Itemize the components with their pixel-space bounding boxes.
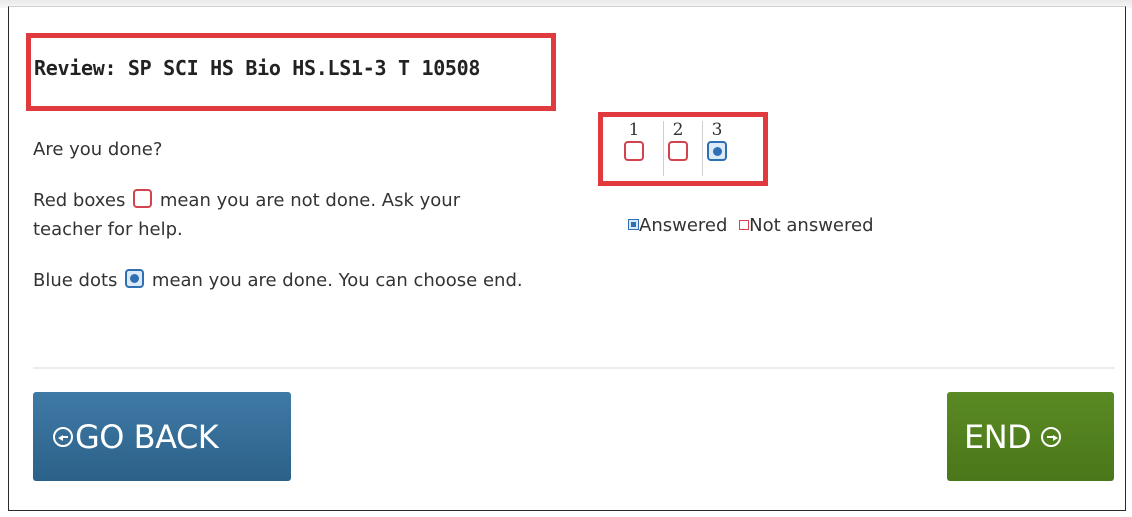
red-box-label: Red boxes: [33, 190, 126, 211]
not-answered-legend-label: Not answered: [749, 215, 874, 236]
red-box-icon: [133, 189, 153, 208]
page-title: Review: SP SCI HS Bio HS.LS1-3 T 10508: [34, 56, 481, 80]
arrow-right-circle-icon: [1041, 426, 1062, 447]
question-status-1[interactable]: 1: [620, 121, 648, 176]
review-screen: Review: SP SCI HS Bio HS.LS1-3 T 10508 A…: [0, 0, 1132, 517]
not-answered-box-icon: [668, 141, 688, 161]
question-number: 1: [628, 120, 640, 140]
question-number: 2: [672, 120, 684, 140]
not-answered-legend-icon: [739, 220, 750, 230]
answered-legend-icon: [628, 219, 639, 230]
red-box-instruction: Red boxes mean you are not done. Ask you…: [33, 186, 523, 244]
answered-legend-label: Answered: [639, 215, 728, 236]
blue-dot-label: Blue dots: [33, 270, 118, 291]
answered-dot-icon: [707, 141, 727, 161]
end-label: END: [964, 417, 1032, 456]
question-status-3[interactable]: 3: [702, 121, 731, 176]
blue-dot-meaning: mean you are done. You can choose end.: [151, 270, 523, 291]
not-answered-box-icon: [624, 141, 644, 161]
blue-dot-icon: [125, 269, 145, 288]
go-back-button[interactable]: GO BACK: [33, 392, 291, 481]
go-back-label: GO BACK: [75, 417, 219, 456]
done-question: Are you done?: [33, 139, 163, 160]
status-legend: Answered Not answered: [628, 215, 874, 236]
question-status-2[interactable]: 2: [663, 121, 692, 176]
arrow-left-circle-icon: [53, 426, 73, 447]
end-button[interactable]: END: [947, 392, 1114, 481]
question-number: 3: [711, 120, 723, 140]
blue-dot-instruction: Blue dots mean you are done. You can cho…: [33, 266, 523, 295]
divider: [33, 367, 1115, 369]
